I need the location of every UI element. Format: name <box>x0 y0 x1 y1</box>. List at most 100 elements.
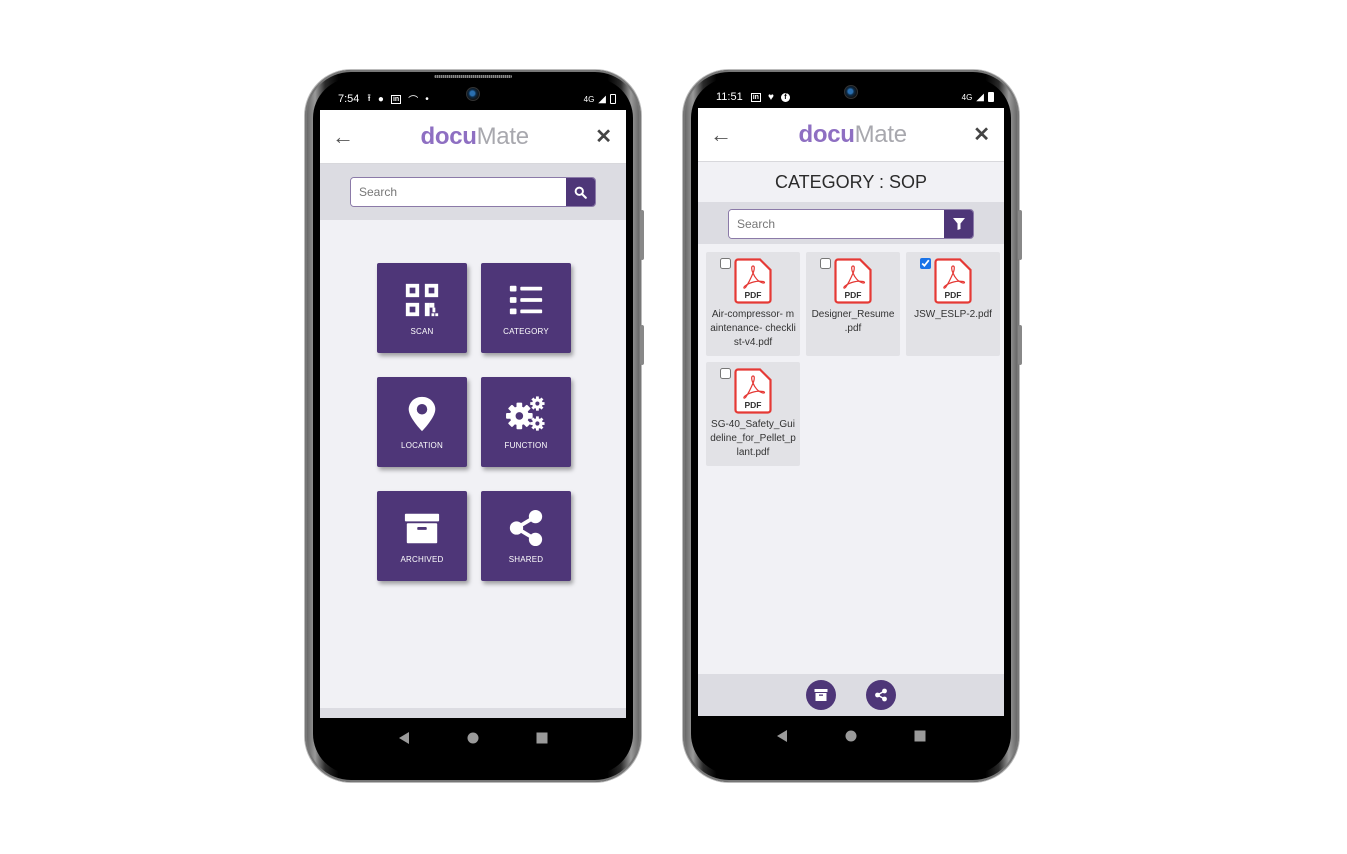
pdf-file-icon: PDF <box>734 368 772 414</box>
tile-label: FUNCTION <box>504 440 548 450</box>
power-button <box>1018 210 1022 260</box>
tile-category[interactable]: CATEGORY <box>481 263 571 353</box>
android-nav-bar <box>320 718 626 758</box>
speaker-grille <box>434 75 512 78</box>
facebook-icon: f <box>780 92 790 102</box>
network-label: 4G <box>961 92 973 102</box>
archive-button[interactable] <box>806 680 836 710</box>
qr-code-icon <box>405 283 439 316</box>
app-header: ← d ocu Mate ✕ <box>320 110 626 164</box>
swiggy-icon: ● <box>377 93 384 105</box>
tile-function[interactable]: FUNCTION <box>481 377 571 467</box>
share-icon <box>509 509 543 546</box>
file-name: Air-compressor- maintenance- checklist-v… <box>710 309 796 348</box>
tile-location[interactable]: LOCATION <box>377 377 467 467</box>
front-camera <box>844 85 858 99</box>
tile-label: CATEGORY <box>503 326 549 336</box>
file-name: SG-40_Safety_Guideline_for_Pellet_plant.… <box>710 419 796 458</box>
svg-text:PDF: PDF <box>945 290 962 300</box>
back-arrow-icon[interactable]: ← <box>332 124 354 150</box>
heart-pulse-icon: ♥ <box>767 91 774 103</box>
signal-icon: ◢ <box>976 91 984 103</box>
nav-recents-icon[interactable] <box>914 730 926 742</box>
pdf-file-icon: PDF <box>934 258 972 304</box>
gears-icon <box>506 395 545 431</box>
back-arrow-icon[interactable]: ← <box>710 122 732 148</box>
page-title: CATEGORY : SOP <box>774 171 928 192</box>
tile-label: SCAN <box>410 326 434 336</box>
upload-icon: ⭱ <box>367 92 371 104</box>
nav-back-icon[interactable] <box>776 730 788 742</box>
svg-text:PDF: PDF <box>745 400 762 410</box>
nav-back-icon[interactable] <box>398 732 410 744</box>
phone-frame-right: 11:51 in ♥ f 4G ◢ ← d ocu Mate ✕ CATEGORY … <box>683 70 1022 782</box>
file-checkbox[interactable] <box>920 258 931 269</box>
tile-label: LOCATION <box>401 440 443 450</box>
svg-text:PDF: PDF <box>745 290 762 300</box>
search-input[interactable] <box>351 178 566 206</box>
list-icon <box>509 285 543 314</box>
signal-icon: ◢ <box>598 93 606 105</box>
search-input[interactable] <box>729 210 944 238</box>
map-pin-icon <box>408 396 436 431</box>
network-label: 4G <box>583 94 595 104</box>
search-button[interactable] <box>566 178 595 206</box>
search-box <box>350 177 596 207</box>
svg-text:PDF: PDF <box>845 290 862 300</box>
close-icon[interactable]: ✕ <box>973 122 990 147</box>
power-button <box>640 210 644 260</box>
share-icon <box>875 688 887 702</box>
file-card[interactable]: PDF JSW_ESLP-2.pdf <box>906 252 1000 356</box>
nav-home-icon[interactable] <box>467 732 479 744</box>
share-button[interactable] <box>866 680 896 710</box>
search-icon <box>574 186 587 199</box>
category-screen: ← docuMate ✕ CATEGORY : SOP PDF <box>698 108 1004 716</box>
file-grid: PDF Air-compressor- maintenance- checkli… <box>698 244 1004 466</box>
battery-icon <box>610 94 616 104</box>
file-card[interactable]: PDF SG-40_Safety_Guideline_for_Pellet_pl… <box>706 362 800 466</box>
missed-call-icon: ⌒ <box>408 95 419 107</box>
search-box <box>728 209 974 239</box>
volume-button <box>1018 325 1022 365</box>
linkedin-icon: in <box>750 92 761 102</box>
pdf-file-icon: PDF <box>734 258 772 304</box>
archive-icon <box>814 689 828 701</box>
file-name: JSW_ESLP-2.pdf <box>914 309 992 320</box>
app-header: ← d ocu Mate ✕ <box>698 108 1004 162</box>
android-nav-bar <box>698 716 1004 756</box>
tile-shared[interactable]: SHARED <box>481 491 571 581</box>
front-camera <box>466 87 480 101</box>
tile-label: SHARED <box>508 554 544 564</box>
filter-button[interactable] <box>944 210 973 238</box>
status-time: 11:51 <box>716 91 743 103</box>
battery-icon <box>988 92 994 102</box>
dot-icon: • <box>425 93 429 105</box>
close-icon[interactable]: ✕ <box>595 124 612 149</box>
nav-home-icon[interactable] <box>845 730 857 742</box>
tile-label: ARCHIVED <box>400 554 444 564</box>
tile-archived[interactable]: ARCHIVED <box>377 491 467 581</box>
tile-scan[interactable]: SCAN <box>377 263 467 353</box>
file-card[interactable]: PDF Designer_Resume .pdf <box>806 252 900 356</box>
linkedin-icon: in <box>390 94 402 104</box>
file-card[interactable]: PDF Air-compressor- maintenance- checkli… <box>706 252 800 356</box>
search-bar <box>698 202 1004 244</box>
file-checkbox[interactable] <box>720 368 731 379</box>
home-screen: ← docuMate ✕ SCAN <box>320 110 626 718</box>
archive-box-icon <box>404 513 440 543</box>
menu-tiles: SCAN CATEGORY LOCATION FUNCTION ARCHIVED… <box>377 263 571 581</box>
documate-logo: d ocu Mate <box>798 120 907 148</box>
documate-logo: d ocu Mate <box>420 122 529 150</box>
file-checkbox[interactable] <box>820 258 831 269</box>
search-bar <box>320 164 626 220</box>
volume-button <box>640 325 644 365</box>
file-checkbox[interactable] <box>720 258 731 269</box>
phone-frame-left: 7:54 ⭱ ● in ⌒ • 4G ◢ ← d ocu Mate ✕ Sear… <box>305 70 644 782</box>
status-time: 7:54 <box>338 93 360 105</box>
filter-icon <box>952 218 965 230</box>
file-name: Designer_Resume .pdf <box>811 309 895 334</box>
nav-recents-icon[interactable] <box>536 732 548 744</box>
pdf-file-icon: PDF <box>834 258 872 304</box>
bottom-action-bar <box>698 674 1004 716</box>
footer-band <box>320 708 626 718</box>
